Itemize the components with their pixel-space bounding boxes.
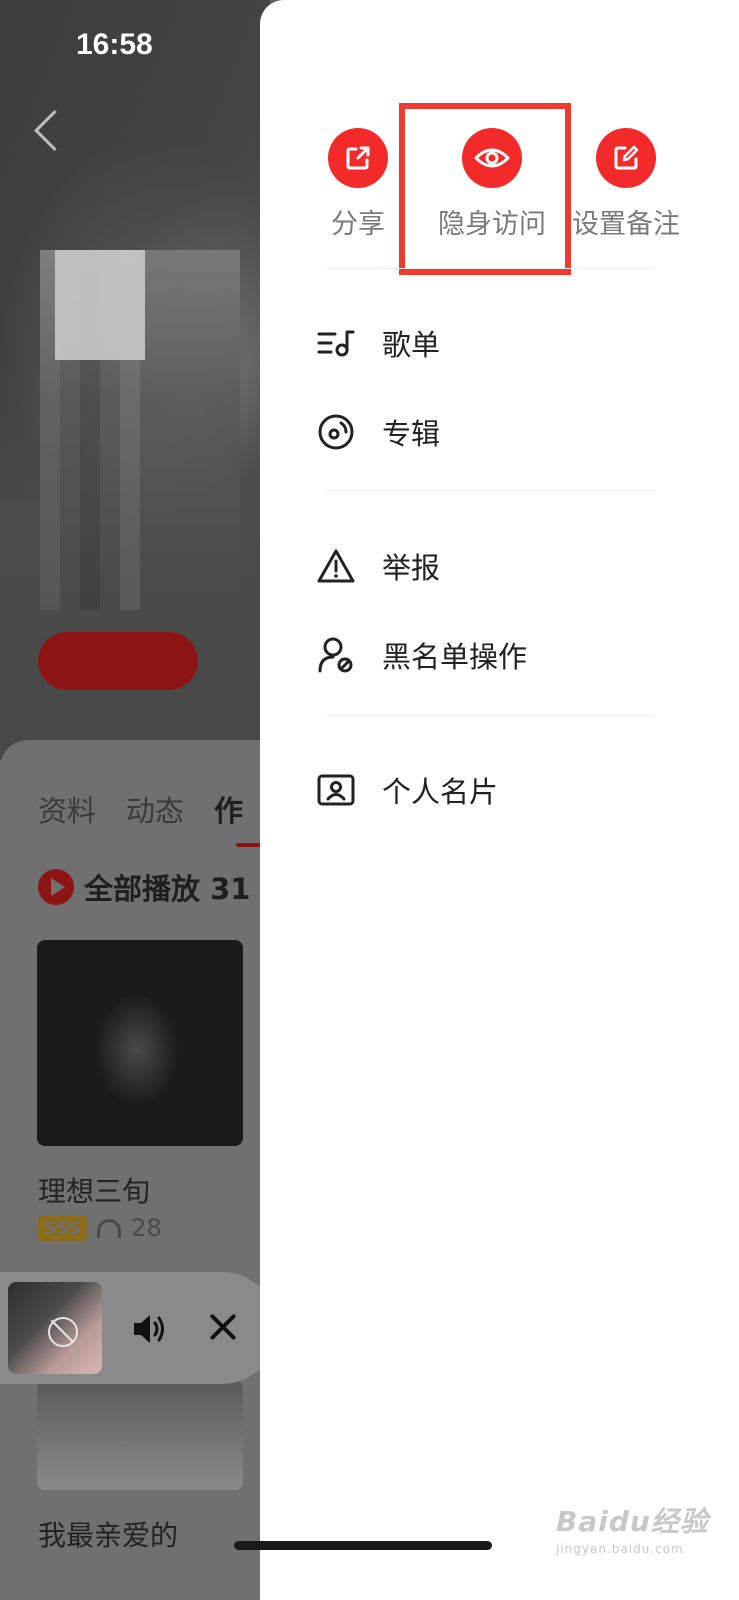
divider: [325, 490, 655, 491]
menu-label: 专辑: [382, 417, 441, 451]
tab-active-indicator: [236, 843, 262, 847]
divider: [325, 268, 655, 269]
follow-button-obscured[interactable]: [38, 632, 198, 690]
edit-icon: [614, 145, 639, 170]
profile-tabs: 资料 动态 作: [38, 788, 243, 830]
tab-works[interactable]: 作: [214, 788, 243, 830]
speaker-icon[interactable]: [132, 1312, 168, 1346]
menu-item-blacklist[interactable]: 黑名单操作: [316, 634, 527, 676]
watermark-url: jingyan.baidu.com: [556, 1542, 684, 1556]
play-count: 28: [131, 1214, 162, 1242]
more-options-drawer: 分享 隐身访问 设置备注 歌单 专辑 举报 黑名单操作 个人名片: [260, 0, 739, 1600]
set-remark-button[interactable]: 设置备注: [561, 128, 691, 241]
menu-item-albums[interactable]: 专辑: [316, 411, 440, 453]
watermark-brand: Baidu经验: [556, 1505, 709, 1538]
menu-label: 黑名单操作: [382, 640, 528, 674]
menu-item-playlists[interactable]: 歌单: [316, 322, 440, 364]
play-all-label: 全部播放 31: [84, 872, 251, 906]
menu-item-report[interactable]: 举报: [316, 545, 440, 587]
close-icon[interactable]: [206, 1310, 240, 1344]
tab-info[interactable]: 资料: [38, 788, 96, 830]
mute-icon: [48, 1317, 78, 1347]
menu-label: 举报: [382, 551, 441, 585]
album-cover[interactable]: [37, 940, 243, 1146]
share-icon: [346, 146, 370, 170]
share-label: 分享: [331, 209, 385, 240]
baidu-watermark: Baidu经验 jingyan.baidu.com: [556, 1500, 709, 1556]
playlist-icon: [316, 323, 356, 363]
menu-label: 个人名片: [382, 775, 499, 809]
mini-player-thumbnail[interactable]: [8, 1282, 102, 1374]
album-icon: [316, 412, 356, 452]
home-indicator[interactable]: [234, 1541, 492, 1550]
play-all-button[interactable]: 全部播放 31: [38, 866, 250, 908]
tab-feed[interactable]: 动态: [126, 788, 184, 830]
divider: [325, 715, 655, 716]
highlight-annotation-box: [399, 103, 571, 275]
profile-card-icon: [316, 770, 356, 810]
menu-label: 歌单: [382, 328, 441, 362]
album-title[interactable]: 理想三旬: [38, 1170, 150, 1210]
play-icon: [38, 869, 74, 905]
set-remark-label: 设置备注: [572, 209, 680, 240]
warning-icon: [316, 546, 356, 586]
menu-item-profile-card[interactable]: 个人名片: [316, 769, 498, 811]
album-meta: SSS 28: [38, 1214, 162, 1242]
quality-badge: SSS: [38, 1215, 88, 1241]
album-title[interactable]: 我最亲爱的: [38, 1514, 178, 1554]
album-cover[interactable]: [37, 1380, 243, 1490]
status-bar-time: 16:58: [76, 28, 153, 61]
headphone-icon: [97, 1218, 122, 1238]
user-block-icon: [316, 635, 356, 675]
